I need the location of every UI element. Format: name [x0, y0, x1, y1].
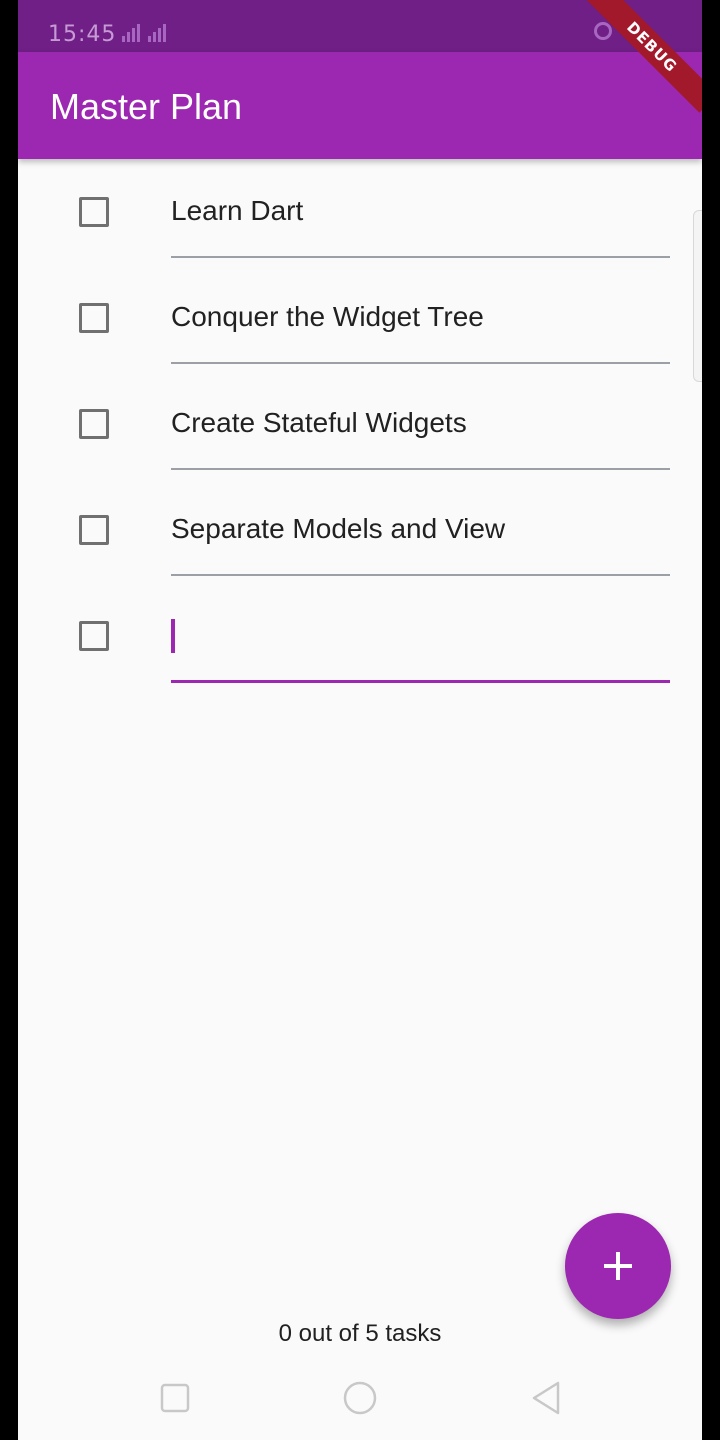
text-cursor — [171, 619, 175, 653]
recents-button[interactable] — [155, 1378, 195, 1418]
recents-square-icon — [160, 1383, 190, 1413]
task-text-field[interactable]: Create Stateful Widgets — [171, 407, 467, 439]
system-nav-bar — [18, 1356, 702, 1440]
task-checkbox[interactable] — [79, 515, 109, 545]
status-time: 15:45 — [48, 22, 117, 47]
task-row: Separate Models and View — [18, 477, 702, 583]
task-text-field[interactable]: Learn Dart — [171, 195, 303, 227]
signal-strength-icon — [122, 24, 140, 42]
task-underline — [171, 468, 670, 470]
signal-icons — [122, 24, 166, 42]
task-checkbox[interactable] — [79, 197, 109, 227]
task-row: Conquer the Widget Tree — [18, 265, 702, 371]
task-checkbox[interactable] — [79, 621, 109, 651]
app-screen: 15:45 Master Plan DEBUG Learn Dart Conqu… — [18, 0, 702, 1440]
task-checkbox[interactable] — [79, 409, 109, 439]
app-bar: Master Plan — [18, 52, 702, 159]
task-underline-focused — [171, 680, 670, 683]
home-button[interactable] — [340, 1378, 380, 1418]
back-triangle-icon — [532, 1381, 560, 1415]
task-row: Create Stateful Widgets — [18, 371, 702, 477]
task-row-editing — [18, 583, 702, 689]
page-title: Master Plan — [50, 86, 243, 127]
task-underline — [171, 574, 670, 576]
task-progress-text: 0 out of 5 tasks — [278, 1320, 442, 1347]
signal-strength-icon — [148, 24, 166, 42]
task-row: Learn Dart — [18, 159, 702, 265]
vibrate-icon — [594, 22, 612, 40]
task-checkbox[interactable] — [79, 303, 109, 333]
scrollbar-thumb[interactable] — [693, 210, 702, 382]
task-underline — [171, 362, 670, 364]
task-underline — [171, 256, 670, 258]
back-button[interactable] — [526, 1378, 566, 1418]
add-task-button[interactable] — [565, 1213, 671, 1319]
home-circle-icon — [343, 1381, 377, 1415]
task-list: Learn Dart Conquer the Widget Tree Creat… — [18, 159, 702, 689]
task-text-field[interactable]: Conquer the Widget Tree — [171, 301, 484, 333]
task-text-field[interactable]: Separate Models and View — [171, 513, 505, 545]
plus-icon — [604, 1252, 632, 1280]
